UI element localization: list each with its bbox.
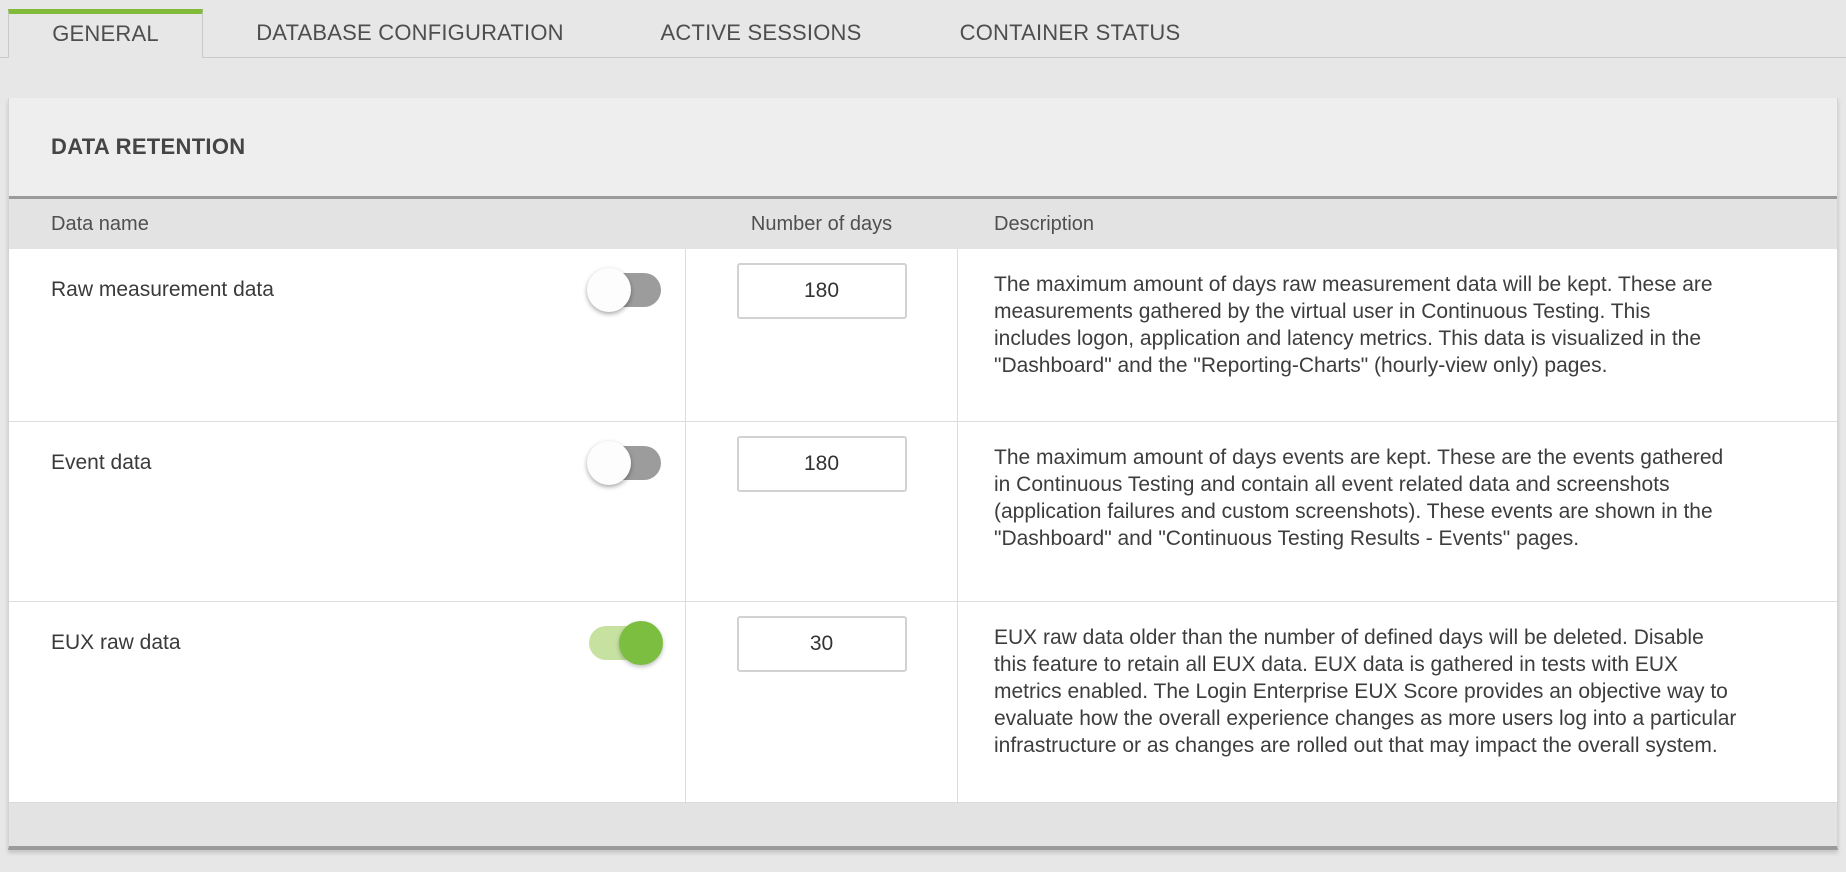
tab-database-configuration[interactable]: DATABASE CONFIGURATION (203, 9, 617, 57)
raw-measurement-data-toggle[interactable] (589, 273, 661, 307)
tab-container-status-label: CONTAINER STATUS (960, 20, 1181, 46)
eux-raw-data-days-input[interactable] (737, 616, 907, 672)
tab-container-status[interactable]: CONTAINER STATUS (905, 9, 1235, 57)
column-header-description: Description (958, 213, 1837, 236)
tab-database-configuration-label: DATABASE CONFIGURATION (256, 20, 564, 46)
event-data-toggle[interactable] (589, 446, 661, 480)
tab-bar: GENERAL DATABASE CONFIGURATION ACTIVE SE… (0, 9, 1846, 58)
toggle-knob (619, 621, 663, 665)
table-header-row: Data name Number of days Description (9, 196, 1837, 249)
cell-number-of-days (685, 249, 958, 421)
tab-general[interactable]: GENERAL (8, 9, 203, 58)
table-row-event-data: Event data The maximum amount of days ev… (9, 421, 1837, 601)
cell-data-name: Raw measurement data (9, 249, 685, 421)
row-description: EUX raw data older than the number of de… (958, 602, 1837, 802)
toggle-knob (587, 441, 631, 485)
tab-active-sessions-label: ACTIVE SESSIONS (660, 20, 861, 46)
section-title: DATA RETENTION (51, 134, 245, 160)
row-description: The maximum amount of days raw measureme… (958, 249, 1837, 421)
row-label: Raw measurement data (51, 277, 274, 303)
cell-number-of-days (685, 602, 958, 802)
column-header-data-name: Data name (9, 213, 685, 236)
data-retention-card: DATA RETENTION Data name Number of days … (8, 98, 1838, 850)
cell-number-of-days (685, 422, 958, 601)
row-label: Event data (51, 450, 151, 476)
table-row-raw-measurement-data: Raw measurement data The maximum amount … (9, 249, 1837, 421)
column-header-number-of-days: Number of days (685, 213, 958, 236)
row-label: EUX raw data (51, 630, 181, 656)
table-row-eux-raw-data: EUX raw data EUX raw data older than the… (9, 601, 1837, 802)
tab-general-label: GENERAL (52, 21, 159, 47)
section-header: DATA RETENTION (9, 98, 1837, 196)
row-description: The maximum amount of days events are ke… (958, 422, 1837, 601)
card-footer (9, 802, 1837, 846)
eux-raw-data-toggle[interactable] (589, 626, 661, 660)
tab-active-sessions[interactable]: ACTIVE SESSIONS (617, 9, 905, 57)
toggle-knob (587, 268, 631, 312)
cell-data-name: Event data (9, 422, 685, 601)
event-data-days-input[interactable] (737, 436, 907, 492)
raw-measurement-days-input[interactable] (737, 263, 907, 319)
cell-data-name: EUX raw data (9, 602, 685, 802)
